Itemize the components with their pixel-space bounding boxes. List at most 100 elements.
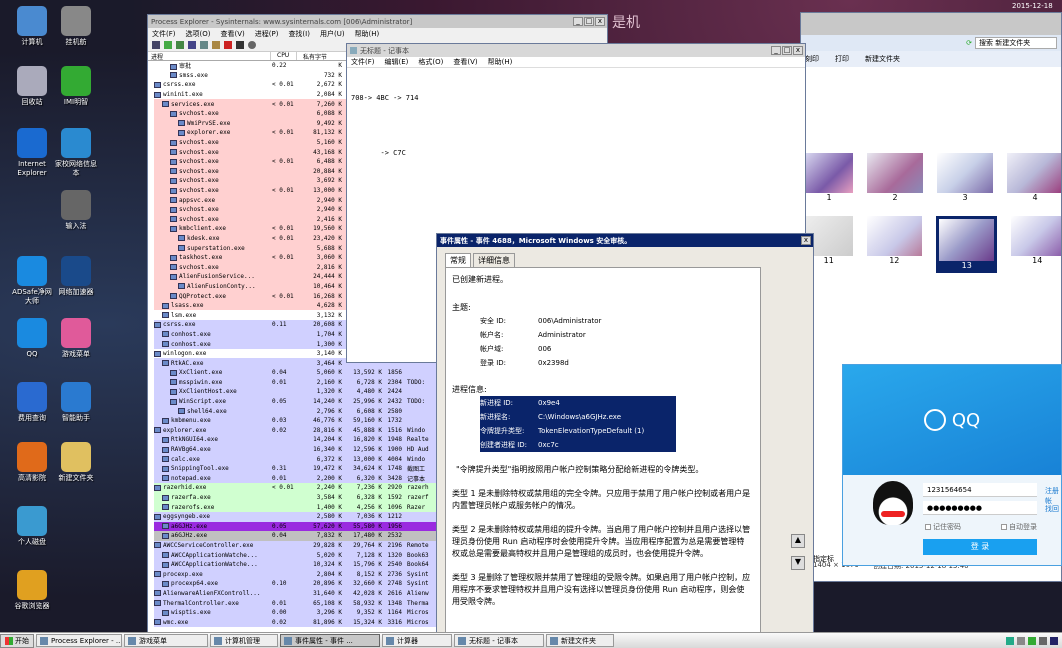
process-private-bytes: 10,464 K: [313, 282, 342, 290]
column-cpu[interactable]: CPU: [270, 52, 296, 60]
desktop-icon[interactable]: 挂机舫: [54, 6, 98, 47]
process-name: wininit.exe: [154, 91, 272, 98]
process-cpu: 0.01: [272, 378, 287, 386]
qq-autologin-checkbox[interactable]: 自动登录: [1001, 522, 1037, 532]
procexp-menu-item[interactable]: 进程(P): [255, 29, 279, 39]
desktop-icon[interactable]: 输入法: [54, 190, 98, 231]
procexp-menu-item[interactable]: 查找(I): [288, 29, 310, 39]
maximize-button[interactable]: □: [782, 46, 792, 55]
tray-icon[interactable]: [1028, 636, 1036, 645]
notepad-menu-item[interactable]: 文件(F): [351, 57, 375, 67]
desktop-icon[interactable]: 高清影院: [10, 442, 54, 483]
maximize-button[interactable]: □: [584, 17, 594, 26]
minimize-button[interactable]: _: [771, 46, 781, 55]
refresh-icon[interactable]: [164, 41, 172, 49]
desktop-icon[interactable]: Internet Explorer: [10, 128, 54, 178]
notepad-menu-item[interactable]: 编辑(E): [385, 57, 409, 67]
taskbar-button[interactable]: 计算器: [382, 634, 452, 647]
taskbar-button[interactable]: 计算机管理: [210, 634, 278, 647]
qq-remember-checkbox[interactable]: 记住密码: [925, 522, 961, 532]
process-icon: [154, 513, 161, 520]
find-icon[interactable]: [236, 41, 244, 49]
notepad-menu-item[interactable]: 查看(V): [453, 57, 477, 67]
minimize-button[interactable]: _: [573, 17, 583, 26]
desktop-icon[interactable]: 智能助手: [54, 382, 98, 423]
thumbnail[interactable]: 12: [866, 216, 923, 273]
procexp-menu-item[interactable]: 用户(U): [320, 29, 345, 39]
desktop-icon[interactable]: 费用查询: [10, 382, 54, 423]
desktop-icon[interactable]: 游戏菜单: [54, 318, 98, 359]
taskbar-button[interactable]: 新建文件夹: [546, 634, 614, 647]
refresh-icon[interactable]: ⟳: [966, 39, 972, 47]
target-icon[interactable]: [248, 41, 256, 49]
qq-password-input[interactable]: ●●●●●●●●●: [923, 501, 1037, 515]
thumbnail[interactable]: 3: [937, 153, 993, 202]
column-process[interactable]: 进程: [148, 52, 270, 61]
toolbar-burn[interactable]: 刻印: [805, 54, 819, 64]
start-button[interactable]: 开始: [0, 633, 34, 648]
column-private-bytes[interactable]: 私有字节: [296, 52, 340, 61]
taskbar-button[interactable]: 事件属性 - 事件 ...: [280, 634, 380, 647]
desktop-icon[interactable]: QQ: [10, 318, 54, 359]
window-icon[interactable]: [200, 41, 208, 49]
desktop-icon[interactable]: IMI明智: [54, 66, 98, 107]
thumbnail[interactable]: 14: [1011, 216, 1061, 273]
desktop-icon[interactable]: ADSafe净网大师: [10, 256, 54, 306]
thumbnail-selected[interactable]: 13: [936, 216, 998, 273]
tray-icon[interactable]: [1039, 636, 1047, 645]
close-button[interactable]: x: [793, 46, 803, 55]
event-field: 登录 ID: 0x2398d: [480, 356, 752, 370]
qq-retrieve-link[interactable]: 找回: [1045, 504, 1059, 514]
taskbar-button[interactable]: 游戏菜单: [124, 634, 208, 647]
process-private-bytes: 19,560 K: [313, 225, 342, 233]
process-name-text: conhost.exe: [171, 340, 211, 348]
properties-icon[interactable]: [212, 41, 220, 49]
qq-register-link[interactable]: 注册帐: [1045, 486, 1061, 506]
desktop-icon-label: QQ: [26, 350, 38, 358]
desktop-icon[interactable]: 个人磁盘: [10, 506, 54, 547]
tree-icon[interactable]: [188, 41, 196, 49]
save-icon[interactable]: [152, 41, 160, 49]
process-name-text: WinScript.exe: [179, 398, 226, 406]
desktop-icon-label: 计算机: [21, 38, 43, 46]
taskbar-button[interactable]: 无标题 - 记事本: [454, 634, 544, 647]
thumbnail[interactable]: 4: [1007, 153, 1061, 202]
desktop-icon[interactable]: 谷歌浏览器: [10, 570, 54, 611]
tray-icon[interactable]: [1050, 636, 1058, 645]
kill-process-icon[interactable]: [224, 41, 232, 49]
system-info-icon[interactable]: [176, 41, 184, 49]
thumbnail[interactable]: 1: [805, 153, 853, 202]
taskbar-button[interactable]: Process Explorer - ...: [36, 634, 122, 647]
qq-account-input[interactable]: 1231564654: [923, 483, 1037, 497]
process-icon: [162, 609, 169, 616]
explorer-search-input[interactable]: 搜索 新建文件夹: [975, 37, 1057, 49]
desktop-icon[interactable]: 新建文件夹: [54, 442, 98, 483]
tray-icon[interactable]: [1017, 636, 1025, 645]
close-button[interactable]: x: [595, 17, 605, 26]
toolbar-new-folder[interactable]: 新建文件夹: [865, 54, 900, 64]
qq-login-button[interactable]: 登 录: [923, 539, 1037, 555]
procexp-menu-item[interactable]: 帮助(H): [355, 29, 380, 39]
tray-icon[interactable]: [1006, 636, 1014, 645]
desktop-icon[interactable]: 计算机: [10, 6, 54, 47]
process-icon: [154, 321, 161, 328]
process-icon: [170, 63, 177, 70]
scroll-up-button[interactable]: ▲: [791, 534, 805, 548]
notepad-menu-item[interactable]: 帮助(H): [488, 57, 513, 67]
procexp-menu-item[interactable]: 选项(O): [186, 29, 211, 39]
procexp-menu-item[interactable]: 文件(F): [152, 29, 176, 39]
desktop-icon[interactable]: 网络加速器: [54, 256, 98, 297]
close-button[interactable]: x: [801, 236, 811, 245]
process-name: eggsyngeb.exe: [154, 513, 272, 520]
desktop-icon[interactable]: 家校网络信息本: [54, 128, 98, 178]
desktop-icon[interactable]: 回收站: [10, 66, 54, 107]
notepad-text-area[interactable]: 708-> 4BC -> 714 -> C7C: [347, 68, 805, 184]
notepad-menu-item[interactable]: 格式(O): [418, 57, 443, 67]
thumbnail[interactable]: 2: [867, 153, 923, 202]
procexp-menu-item[interactable]: 查看(V): [220, 29, 244, 39]
process-working-set: 13,000 K: [353, 455, 382, 463]
scroll-down-button[interactable]: ▼: [791, 556, 805, 570]
tab-general[interactable]: 常规: [445, 253, 471, 267]
tab-details[interactable]: 详细信息: [473, 253, 515, 267]
toolbar-print[interactable]: 打印: [835, 54, 849, 64]
